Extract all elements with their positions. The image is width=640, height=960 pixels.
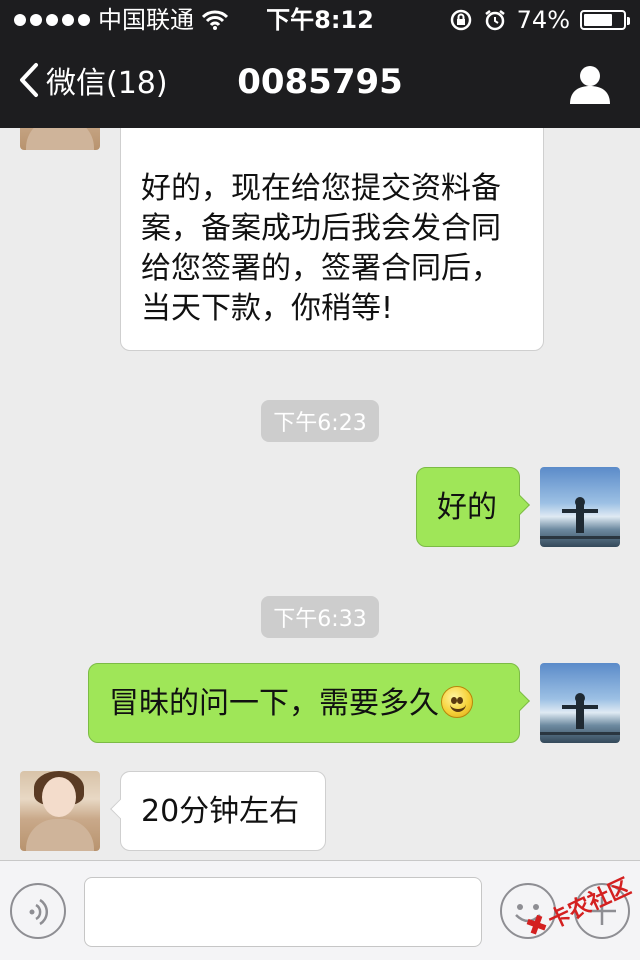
- message-bubble-received[interactable]: 好的，现在给您提交资料备 案，备案成功后我会发合同 给您签署的，签署合同后， 当…: [120, 128, 544, 351]
- message-text: 好的: [437, 490, 497, 525]
- timestamp: 下午6:23: [0, 400, 640, 442]
- input-bar: ✖ 卡农社区: [0, 860, 640, 960]
- my-avatar[interactable]: [540, 467, 620, 547]
- message-bubble-received[interactable]: 20分钟左右: [110, 771, 326, 851]
- chat-title: 0085795: [237, 62, 403, 102]
- status-bar: 中国联通 下午8:12 74%: [0, 0, 640, 40]
- my-avatar[interactable]: [540, 663, 620, 743]
- top-bar: 中国联通 下午8:12 74% 微信(18) 0085795: [0, 0, 640, 128]
- contact-avatar[interactable]: [20, 771, 100, 851]
- battery-icon: [580, 10, 630, 30]
- alarm-icon: [484, 10, 505, 31]
- contact-avatar[interactable]: [20, 128, 100, 150]
- nav-bar: 微信(18) 0085795: [0, 40, 640, 128]
- voice-button[interactable]: [10, 883, 66, 939]
- voice-icon: [29, 898, 49, 926]
- chat-area[interactable]: 好的，现在给您提交资料备 案，备案成功后我会发合同 给您签署的，签署合同后， 当…: [0, 128, 640, 860]
- timestamp: 下午6:33: [0, 596, 640, 638]
- message-text: 20分钟左右: [141, 794, 300, 829]
- contact-profile-icon[interactable]: [568, 64, 612, 104]
- battery-percent: 74%: [516, 6, 570, 34]
- message-bubble-sent[interactable]: 冒昧的问一下，需要多久: [88, 663, 530, 743]
- message-text: 冒昧的问一下，需要多久: [109, 684, 519, 724]
- rotation-lock-icon: [450, 9, 471, 31]
- message-text: 好的，现在给您提交资料备 案，备案成功后我会发合同 给您签署的，签署合同后， 当…: [141, 171, 501, 326]
- message-bubble-sent[interactable]: 好的: [416, 467, 530, 547]
- message-input[interactable]: [84, 877, 482, 947]
- smile-emoji-icon: [441, 686, 473, 718]
